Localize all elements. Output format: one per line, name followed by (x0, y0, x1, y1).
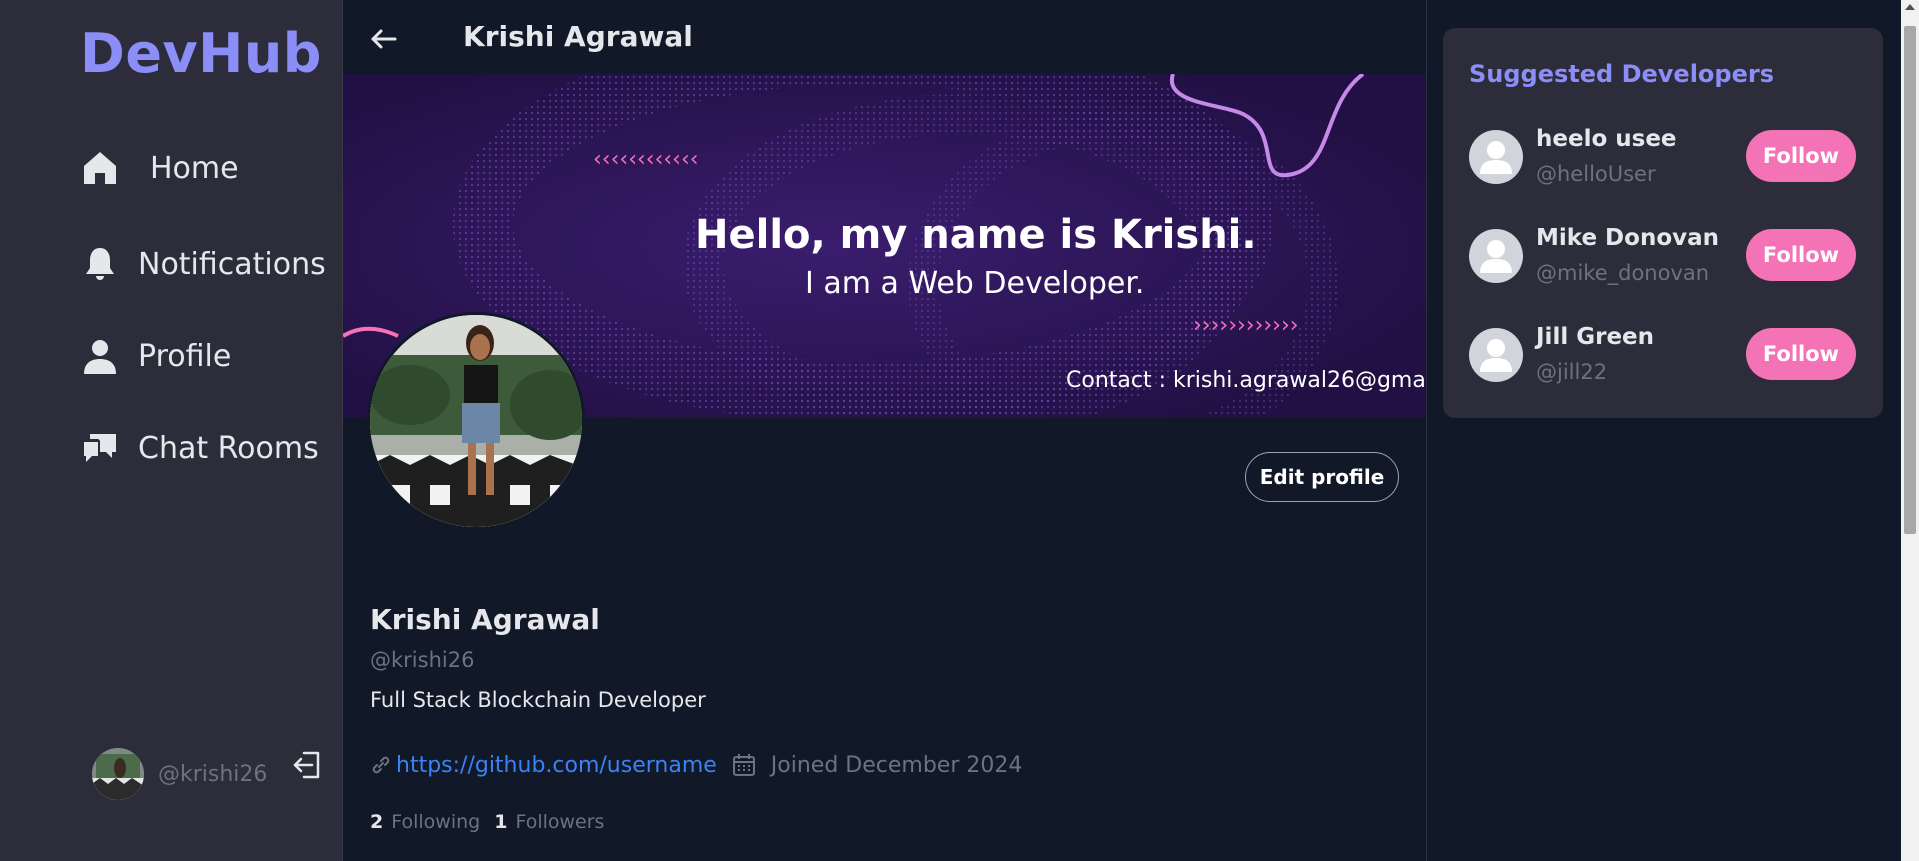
link-icon (372, 756, 390, 774)
bell-icon (86, 248, 114, 280)
logout-button[interactable] (290, 748, 324, 782)
profile-header: Krishi Agrawal (343, 0, 1426, 74)
suggested-developers-card: Suggested Developers heelo usee @helloUs… (1443, 28, 1883, 418)
logout-icon (293, 751, 320, 779)
cover-subline: I am a Web Developer. (805, 266, 1145, 301)
followers-stat[interactable]: 1 Followers (494, 811, 604, 833)
follow-button[interactable]: Follow (1746, 229, 1856, 281)
suggested-user: Mike Donovan @mike_donovan Follow (1469, 225, 1869, 285)
profile-name: Krishi Agrawal (370, 603, 600, 636)
avatar-placeholder-icon[interactable] (1469, 328, 1523, 382)
scroll-up-arrow-icon[interactable] (1905, 4, 1915, 10)
svg-text:››››››››››››: ›››››››››››› (1193, 313, 1299, 338)
profile-website-link[interactable]: https://github.com/username (396, 753, 717, 778)
following-label: Following (391, 811, 481, 833)
profile-meta: https://github.com/username Joined Decem… (370, 752, 1022, 778)
home-icon (84, 152, 116, 184)
arrow-left-icon (371, 29, 397, 49)
following-stat[interactable]: 2 Following (370, 811, 480, 833)
back-button[interactable] (367, 22, 401, 56)
avatar (92, 748, 144, 800)
follow-button[interactable]: Follow (1746, 328, 1856, 380)
nav-chat-rooms[interactable]: Chat Rooms (80, 418, 319, 478)
suggested-developers-title: Suggested Developers (1469, 60, 1774, 88)
suggested-user: heelo usee @helloUser Follow (1469, 126, 1869, 186)
suggested-user-handle: @mike_donovan (1536, 261, 1710, 285)
following-count: 2 (370, 811, 384, 833)
profile-bio: Full Stack Blockchain Developer (370, 688, 706, 712)
current-user[interactable]: @krishi26 (92, 748, 267, 800)
app-logo[interactable]: DevHub (80, 22, 322, 85)
suggested-user: Jill Green @jill22 Follow (1469, 324, 1869, 384)
follow-button[interactable]: Follow (1746, 130, 1856, 182)
main-content: Krishi Agrawal ‹‹‹‹‹‹‹‹‹‹‹‹ ››››››››››››… (343, 0, 1427, 861)
page-title: Krishi Agrawal (463, 20, 693, 53)
profile-avatar[interactable] (367, 312, 585, 530)
nav-notifications[interactable]: Notifications (80, 234, 326, 294)
scrollbar-thumb[interactable] (1904, 26, 1916, 534)
profile-stats: 2 Following 1 Followers (370, 811, 604, 833)
suggested-user-name[interactable]: Jill Green (1536, 324, 1654, 350)
edit-profile-button[interactable]: Edit profile (1245, 452, 1399, 502)
nav-home[interactable]: Home (80, 138, 239, 198)
avatar-placeholder-icon[interactable] (1469, 229, 1523, 283)
nav-chat-rooms-label: Chat Rooms (138, 430, 319, 466)
current-user-handle: @krishi26 (158, 761, 268, 787)
avatar-placeholder-icon[interactable] (1469, 130, 1523, 184)
suggested-user-name[interactable]: Mike Donovan (1536, 225, 1719, 251)
suggested-user-name[interactable]: heelo usee (1536, 126, 1677, 152)
nav-profile-label: Profile (138, 338, 232, 374)
suggested-user-handle: @jill22 (1536, 360, 1608, 384)
cover-contact: Contact : krishi.agrawal26@gmai (1066, 368, 1426, 393)
suggested-user-handle: @helloUser (1536, 162, 1656, 186)
svg-text:‹‹‹‹‹‹‹‹‹‹‹‹: ‹‹‹‹‹‹‹‹‹‹‹‹ (593, 147, 699, 172)
nav-home-label: Home (150, 150, 239, 186)
sidebar: DevHub Home Notifications Profile Chat R… (0, 0, 343, 861)
page-scrollbar[interactable] (1901, 0, 1919, 861)
followers-count: 1 (494, 811, 508, 833)
cover-headline: Hello, my name is Krishi. (695, 212, 1257, 258)
followers-label: Followers (515, 811, 605, 833)
profile-joined-date: Joined December 2024 (770, 752, 1023, 778)
calendar-icon (732, 754, 755, 776)
nav-notifications-label: Notifications (138, 246, 326, 282)
profile-handle: @krishi26 (370, 648, 475, 672)
nav-profile[interactable]: Profile (80, 326, 231, 386)
chat-icon (84, 434, 116, 462)
right-panel: Suggested Developers heelo usee @helloUs… (1427, 0, 1901, 861)
user-icon (84, 340, 116, 374)
